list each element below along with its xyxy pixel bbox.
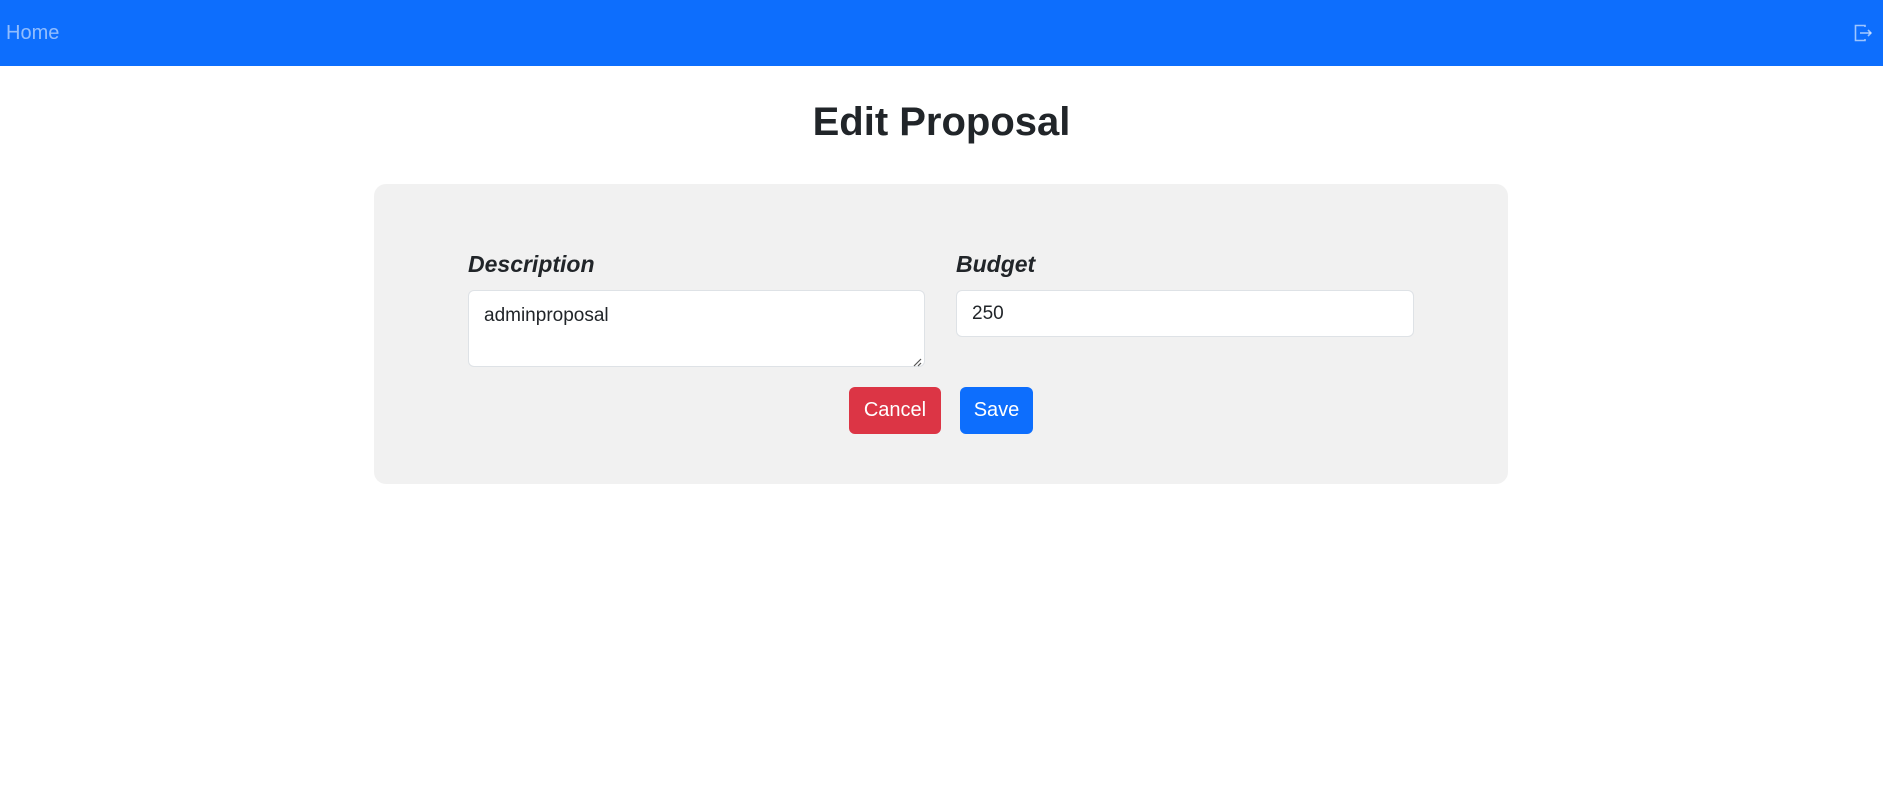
resize-handle-icon[interactable] (912, 354, 922, 367)
save-button[interactable]: Save (960, 387, 1033, 434)
budget-field[interactable] (956, 290, 1414, 337)
cancel-button[interactable]: Cancel (849, 387, 941, 434)
edit-proposal-form: Description adminproposal Budget Cancel … (374, 184, 1508, 484)
home-link[interactable]: Home (6, 22, 59, 45)
top-navbar: Home (0, 0, 1883, 66)
description-label: Description (468, 251, 595, 277)
logout-icon[interactable] (1849, 19, 1877, 47)
page-title: Edit Proposal (812, 100, 1071, 144)
budget-label: Budget (956, 251, 1036, 277)
description-field[interactable]: adminproposal (468, 290, 925, 367)
